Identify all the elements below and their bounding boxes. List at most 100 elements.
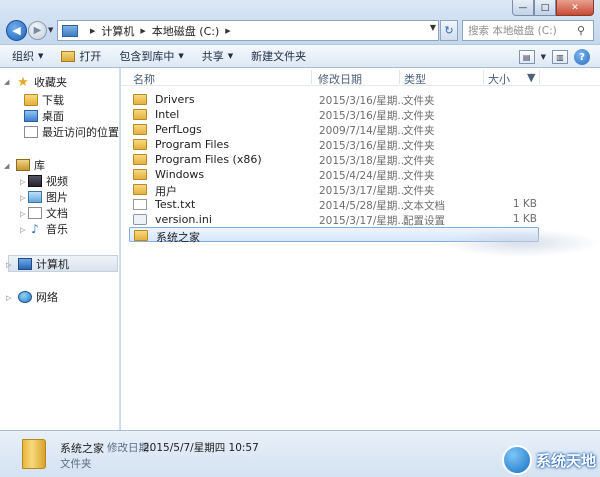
include-in-library-menu[interactable]: 包含到库中 ▼ — [119, 48, 183, 64]
file-date: 2015/3/16/星期... — [319, 110, 408, 122]
file-name: Intel — [155, 108, 180, 121]
share-menu[interactable]: 共享 ▼ — [202, 48, 233, 64]
column-header-date[interactable]: 修改日期 — [318, 71, 362, 87]
folder-icon — [133, 154, 147, 165]
collapse-icon[interactable]: ◢ — [4, 78, 9, 86]
nav-item-pictures[interactable]: 图片 — [28, 189, 68, 205]
text-file-icon — [133, 199, 147, 210]
file-row[interactable]: Drivers 2015/3/16/星期... 文件夹 — [129, 92, 539, 107]
close-button[interactable]: ✕ — [556, 0, 594, 16]
nav-item-favorites[interactable]: ★ 收藏夹 — [16, 74, 67, 90]
file-date: 2014/5/28/星期... — [319, 200, 408, 212]
column-divider[interactable] — [311, 70, 312, 84]
settings-file-icon — [133, 214, 147, 225]
refresh-button[interactable]: ↻ — [440, 20, 458, 41]
file-type: 文件夹 — [403, 125, 435, 137]
column-header-name[interactable]: 名称 — [133, 71, 155, 87]
recent-places-icon — [24, 126, 38, 138]
file-date: 2015/3/16/星期... — [319, 95, 408, 107]
refresh-icon: ↻ — [444, 24, 454, 37]
file-row[interactable]: Test.txt 2014/5/28/星期... 文本文档 1 KB — [129, 197, 539, 212]
column-divider[interactable] — [483, 70, 484, 84]
view-dropdown-icon[interactable]: ▼ — [541, 53, 546, 61]
window-controls: — □ ✕ — [512, 0, 594, 16]
preview-pane-icon[interactable]: ▥ — [552, 50, 568, 64]
music-note-icon: ♪ — [31, 222, 39, 236]
expand-icon[interactable]: ▷ — [6, 261, 11, 269]
nav-item-documents[interactable]: 文档 — [28, 205, 68, 221]
file-name: version.ini — [155, 213, 212, 226]
expand-icon[interactable]: ▷ — [20, 194, 25, 202]
chevron-right-icon[interactable]: ▶ — [90, 27, 95, 35]
nav-item-network[interactable]: 网络 — [18, 289, 58, 305]
file-date: 2015/4/24/星期... — [319, 170, 408, 182]
file-row[interactable]: Windows 2015/4/24/星期... 文件夹 — [129, 167, 539, 182]
organize-menu[interactable]: 组织 ▼ — [12, 48, 43, 64]
file-row[interactable]: PerfLogs 2009/7/14/星期... 文件夹 — [129, 122, 539, 137]
file-name: 系统之家 — [156, 231, 200, 244]
back-button[interactable]: ◀ — [6, 20, 27, 41]
nav-item-computer[interactable]: 计算机 — [18, 256, 69, 272]
file-name: Test.txt — [155, 198, 196, 211]
recent-pages-dropdown[interactable]: ▼ — [48, 26, 53, 34]
expand-icon[interactable]: ▷ — [20, 178, 25, 186]
open-button[interactable]: 打开 — [61, 48, 101, 64]
address-dropdown-icon[interactable]: ▼ — [430, 23, 436, 32]
nav-label: 文档 — [46, 207, 68, 220]
chevron-right-icon[interactable]: ▶ — [225, 27, 230, 35]
share-label: 共享 — [201, 50, 224, 63]
file-type: 文件夹 — [403, 185, 435, 197]
maximize-button[interactable]: □ — [534, 0, 556, 16]
column-dropdown-icon[interactable]: ▼ — [527, 71, 535, 84]
address-bar[interactable]: ▶ 计算机 ▶ 本地磁盘 (C:) ▶ ▼ — [57, 20, 439, 41]
file-size: 1 KB — [512, 213, 537, 225]
folder-open-icon — [61, 50, 76, 62]
expand-icon[interactable]: ▷ — [6, 294, 11, 302]
search-box[interactable]: 搜索 本地磁盘 (C:) ⚲ — [462, 20, 594, 41]
organize-label: 组织 — [12, 50, 34, 63]
file-type: 文件夹 — [403, 155, 435, 167]
nav-item-videos[interactable]: 视频 — [28, 173, 68, 189]
nav-item-desktop[interactable]: 桌面 — [24, 108, 64, 124]
details-pane: 系统之家 修改日期: 2015/5/7/星期四 10:57 文件夹 系统天地 — [0, 430, 600, 477]
view-options-icon[interactable]: ▤ — [518, 50, 535, 64]
nav-item-music[interactable]: ♪ 音乐 — [28, 221, 68, 237]
star-icon: ★ — [17, 74, 29, 90]
search-input[interactable]: 搜索 本地磁盘 (C:) — [468, 23, 577, 38]
expand-icon[interactable]: ▷ — [20, 210, 25, 218]
file-list-pane: 名称 修改日期 类型 大小 ▼ Drivers 2015/3/16/星期... 文件… — [121, 68, 600, 430]
file-row[interactable]: 用户 2015/3/17/星期... 文件夹 — [129, 182, 539, 198]
nav-label: 图片 — [46, 191, 68, 204]
folder-icon — [133, 94, 147, 105]
folder-icon — [134, 230, 148, 241]
file-row[interactable]: Program Files 2015/3/16/星期... 文件夹 — [129, 137, 539, 152]
nav-label: 视频 — [46, 175, 68, 188]
file-row[interactable]: Program Files (x86) 2015/3/18/星期... 文件夹 — [129, 152, 539, 167]
nav-item-recent[interactable]: 最近访问的位置 — [24, 124, 119, 140]
search-icon[interactable]: ⚲ — [577, 24, 593, 37]
library-icon — [16, 159, 30, 171]
new-folder-button[interactable]: 新建文件夹 — [251, 48, 306, 64]
forward-button[interactable]: ▶ — [28, 21, 47, 40]
caret-down-icon: ▼ — [227, 52, 234, 60]
column-divider[interactable] — [539, 70, 540, 84]
help-icon[interactable]: ? — [574, 49, 590, 65]
file-type: 文本文档 — [403, 200, 445, 212]
title-bar: — □ ✕ ◀ ▶ ▼ ▶ 计算机 ▶ 本地磁盘 (C:) ▶ ▼ ↻ 搜索 本… — [0, 0, 600, 44]
nav-item-libraries[interactable]: 库 — [16, 157, 45, 173]
breadcrumb-computer[interactable]: 计算机 — [101, 23, 134, 39]
nav-item-downloads[interactable]: 下载 — [24, 92, 64, 108]
column-divider[interactable] — [399, 70, 400, 84]
column-header-size[interactable]: 大小 — [488, 71, 510, 87]
file-row[interactable]: version.ini 2015/3/17/星期... 配置设置 1 KB — [129, 212, 539, 227]
chevron-right-icon[interactable]: ▶ — [140, 27, 145, 35]
expand-icon[interactable]: ▷ — [20, 226, 25, 234]
file-type: 文件夹 — [403, 170, 435, 182]
file-row[interactable]: Intel 2015/3/16/星期... 文件夹 — [129, 107, 539, 122]
caret-down-icon: ▼ — [38, 52, 44, 60]
minimize-button[interactable]: — — [512, 0, 534, 16]
column-header-type[interactable]: 类型 — [404, 71, 426, 87]
collapse-icon[interactable]: ◢ — [4, 162, 9, 170]
breadcrumb-local-disk[interactable]: 本地磁盘 (C:) — [152, 23, 219, 39]
file-date: 2009/7/14/星期... — [319, 125, 408, 137]
